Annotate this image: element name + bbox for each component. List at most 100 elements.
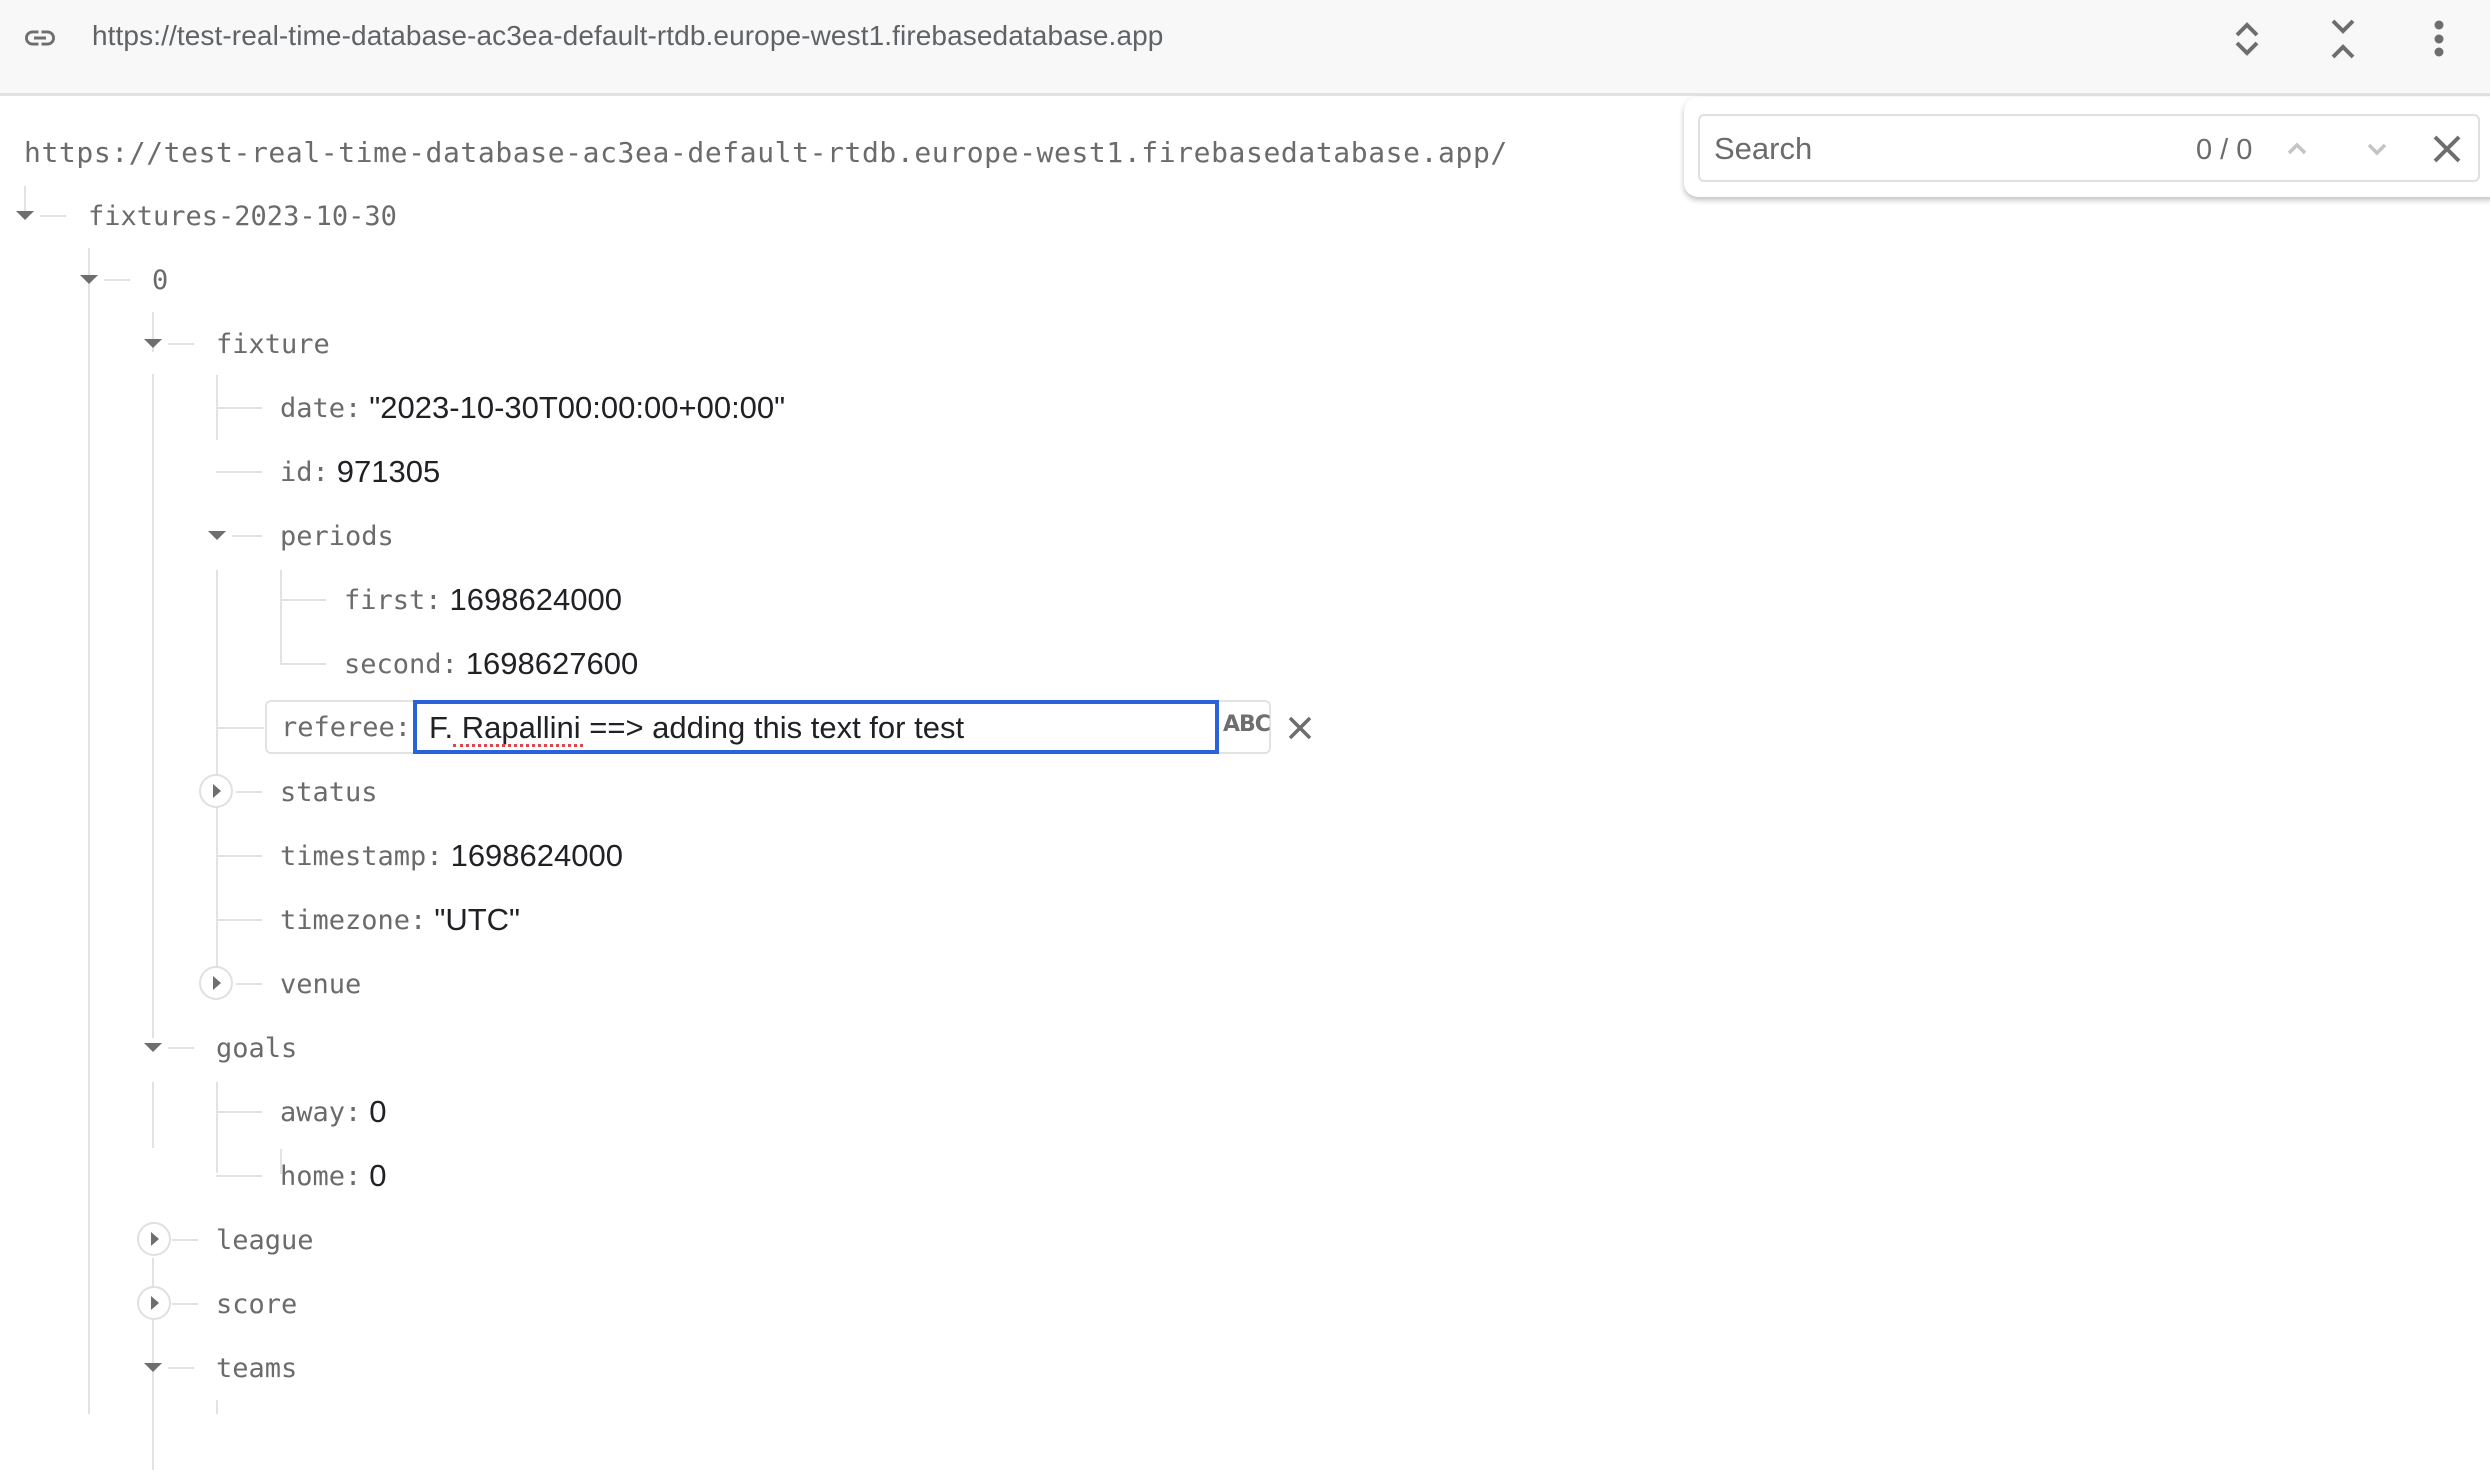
tree-node-fixture[interactable]: fixture [216, 324, 330, 364]
tree-line [280, 599, 326, 601]
tree-line [152, 1082, 154, 1148]
expand-node-icon[interactable] [199, 966, 233, 1000]
chevron-up-icon[interactable] [2274, 126, 2320, 172]
node-key: league [216, 1224, 314, 1256]
value-type-abc-icon[interactable]: ABC [1223, 712, 1271, 737]
tree-line [216, 855, 262, 857]
root-url[interactable]: https://test-real-time-database-ac3ea-de… [24, 136, 1508, 169]
tree-line [104, 279, 130, 281]
collapse-caret-icon[interactable] [80, 275, 98, 284]
collapse-caret-icon[interactable] [16, 211, 34, 220]
referee-edit-row: referee: ABC [265, 700, 1271, 754]
tree-line [152, 374, 154, 1038]
leaf-key: date [280, 392, 346, 424]
tree-leaf-id[interactable]: id: 971305 [280, 452, 440, 492]
tree-line [216, 1111, 262, 1113]
leaf-key: first [344, 584, 426, 616]
leaf-value[interactable]: 0 [369, 1158, 386, 1194]
expand-node-icon[interactable] [137, 1286, 171, 1320]
node-key: periods [280, 520, 394, 552]
collapse-caret-icon[interactable] [208, 531, 226, 540]
tree-line [168, 1047, 194, 1049]
tree-leaf-timestamp[interactable]: timestamp: 1698624000 [280, 836, 623, 876]
cancel-edit-close-icon[interactable] [1282, 710, 1318, 746]
spellcheck-underline [453, 744, 583, 747]
leaf-key: home [280, 1160, 346, 1192]
tree-line [168, 1367, 194, 1369]
tree-leaf-first[interactable]: first: 1698624000 [344, 580, 622, 620]
tree-line [172, 1303, 198, 1305]
node-key: fixture [216, 328, 330, 360]
tree-node-goals[interactable]: goals [216, 1028, 297, 1068]
tree-node-fixtures[interactable]: fixtures-2023-10-30 [88, 196, 397, 236]
search-input[interactable] [1712, 126, 2156, 172]
referee-key-label: referee: [281, 712, 412, 743]
tree-leaf-timezone[interactable]: timezone: "UTC" [280, 900, 520, 940]
tree-node-league[interactable]: league [216, 1220, 314, 1260]
node-key: 0 [152, 264, 169, 296]
tree-line [216, 1400, 218, 1414]
tree-line [280, 663, 326, 665]
collapse-caret-icon[interactable] [144, 1043, 162, 1052]
tree-line [40, 215, 66, 217]
database-url: https://test-real-time-database-ac3ea-de… [92, 20, 1164, 51]
leaf-key: timezone [280, 904, 411, 936]
leaf-value[interactable]: 971305 [337, 454, 440, 490]
collapse-caret-icon[interactable] [144, 339, 162, 348]
leaf-value[interactable]: "2023-10-30T00:00:00+00:00" [369, 390, 785, 426]
expand-node-icon[interactable] [137, 1222, 171, 1256]
tree-line [216, 570, 218, 975]
tree-line [168, 343, 194, 345]
leaf-key: id [280, 456, 313, 488]
top-bar: https://test-real-time-database-ac3ea-de… [0, 0, 2490, 96]
tree-line [216, 471, 262, 473]
leaf-value[interactable]: 1698624000 [450, 582, 622, 618]
leaf-key: timestamp [280, 840, 427, 872]
tree-line [236, 791, 262, 793]
tree-node-score[interactable]: score [216, 1284, 297, 1324]
leaf-value[interactable]: 0 [369, 1094, 386, 1130]
search-panel: 0 / 0 [1684, 97, 2490, 197]
collapse-all-icon[interactable] [2318, 14, 2368, 64]
tree-node-status[interactable]: status [280, 772, 378, 812]
tree-line [216, 919, 262, 921]
expand-all-icon[interactable] [2222, 14, 2272, 64]
tree-node-0[interactable]: 0 [152, 260, 168, 300]
tree-leaf-home[interactable]: home: 0 [280, 1156, 387, 1196]
referee-value-input[interactable] [429, 708, 1199, 748]
more-vert-icon[interactable] [2414, 14, 2464, 64]
tree-line [236, 983, 262, 985]
tree-line [280, 570, 282, 665]
collapse-caret-icon[interactable] [144, 1363, 162, 1372]
tree-line [216, 1082, 218, 1173]
node-key: goals [216, 1032, 298, 1064]
tree-line [216, 1175, 262, 1177]
tree-leaf-second[interactable]: second: 1698627600 [344, 644, 638, 684]
tree-line [88, 248, 90, 1414]
close-icon[interactable] [2424, 126, 2470, 172]
node-key: score [216, 1288, 298, 1320]
link-icon[interactable] [18, 20, 62, 56]
leaf-value[interactable]: 1698627600 [466, 646, 638, 682]
leaf-value[interactable]: "UTC" [434, 902, 520, 938]
leaf-key: second [344, 648, 442, 680]
search-result-count: 0 / 0 [2196, 134, 2253, 166]
tree-line [172, 1239, 198, 1241]
leaf-key: away [280, 1096, 346, 1128]
leaf-value[interactable]: 1698624000 [451, 838, 623, 874]
tree-node-teams[interactable]: teams [216, 1348, 297, 1388]
tree-line [216, 727, 264, 729]
tree-node-venue[interactable]: venue [280, 964, 361, 1004]
search-box: 0 / 0 [1698, 114, 2480, 182]
referee-value-field[interactable] [413, 700, 1219, 754]
tree-leaf-away[interactable]: away: 0 [280, 1092, 387, 1132]
node-key: teams [216, 1352, 298, 1384]
expand-node-icon[interactable] [199, 774, 233, 808]
node-key: fixtures-2023-10-30 [88, 200, 397, 232]
tree-leaf-date[interactable]: date: "2023-10-30T00:00:00+00:00" [280, 388, 785, 428]
tree-line [216, 407, 262, 409]
tree-line [232, 535, 262, 537]
tree-node-periods[interactable]: periods [280, 516, 394, 556]
chevron-down-icon[interactable] [2354, 126, 2400, 172]
node-key: venue [280, 968, 362, 1000]
